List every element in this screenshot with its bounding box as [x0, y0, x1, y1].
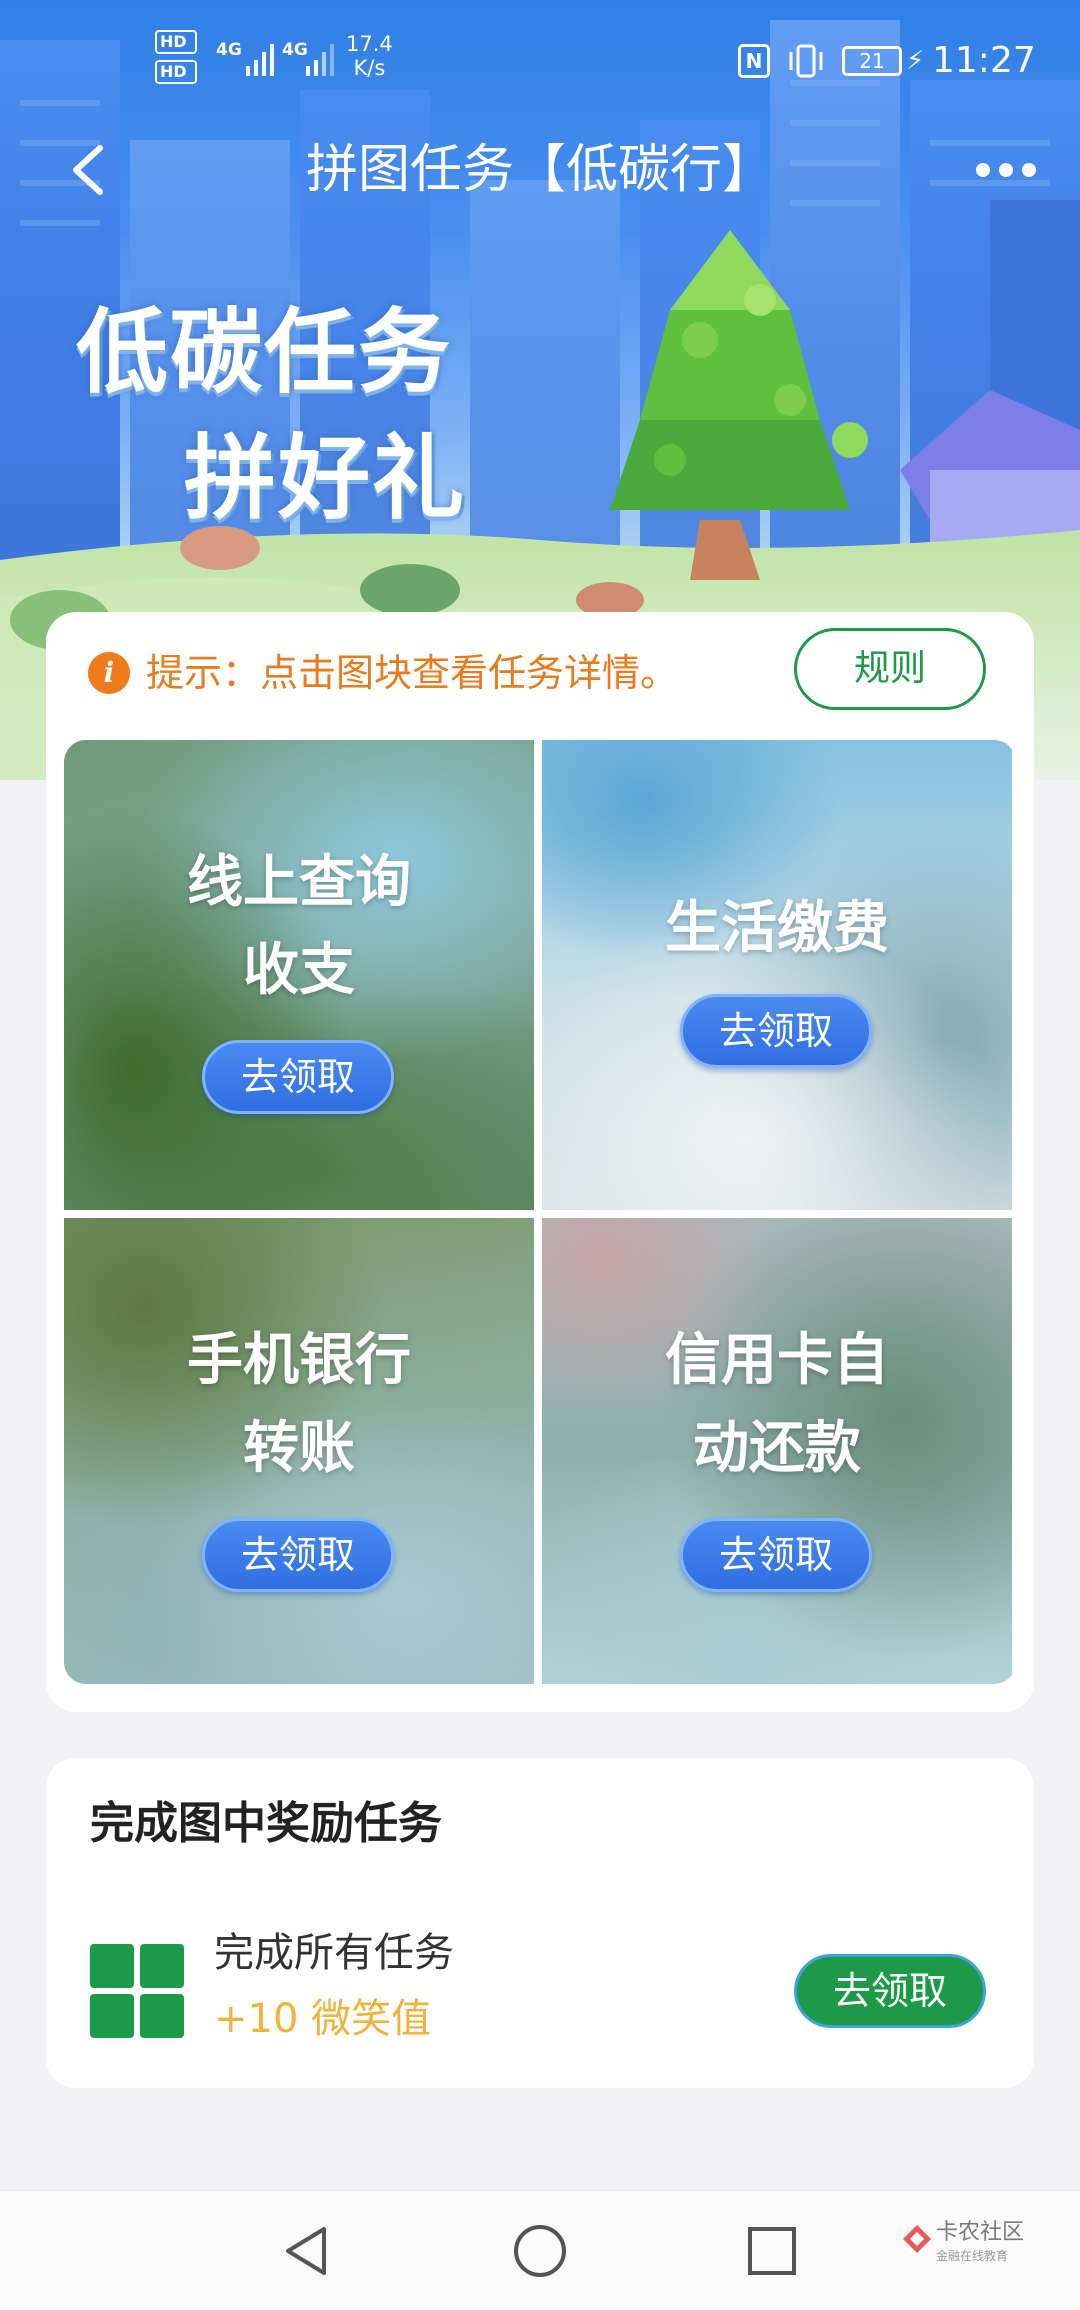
puzzle-tile-online-query[interactable]: 线上查询 收支 去领取: [64, 740, 534, 1210]
network-speed: 17.4 K/s: [346, 32, 393, 80]
nav-home-icon[interactable]: [510, 2221, 570, 2281]
watermark-logo-icon: [903, 2225, 931, 2253]
grid-icon: [90, 1944, 184, 2038]
status-bar: HD HD 4G 4G 17.4 K/s N 21 ⚡ 11:27: [0, 0, 1080, 120]
puzzle-tile-bill-payment[interactable]: 生活缴费 去领取: [542, 740, 1012, 1210]
signal-strength-2-icon: [306, 44, 334, 76]
reward-points: +10 微笑值: [214, 1996, 432, 2042]
rules-button[interactable]: 规则: [794, 628, 986, 710]
signal-strength-icon: [246, 44, 274, 76]
puzzle-tile-credit-card-autopay[interactable]: 信用卡自 动还款 去领取: [542, 1218, 1012, 1684]
app-screen: HD HD 4G 4G 17.4 K/s N 21 ⚡ 11:27 拼图任务【低…: [0, 0, 1080, 2310]
reward-title: 完成图中奖励任务: [90, 1798, 442, 1849]
puzzle-card: i 提示：点击图块查看任务详情。 规则 线上查询 收支 去领取 生活缴费 去领取…: [46, 612, 1034, 1712]
network-type-1: 4G: [216, 40, 242, 60]
tip-text: 提示：点击图块查看任务详情。: [146, 651, 679, 695]
nfc-icon: N: [738, 44, 770, 78]
hd1-badge: HD: [155, 30, 197, 54]
more-dots-icon[interactable]: [976, 152, 1066, 188]
nav-back-icon[interactable]: [278, 2221, 338, 2281]
claim-button[interactable]: 去领取: [202, 1040, 394, 1114]
network-type-2: 4G: [282, 40, 308, 60]
puzzle-tiles-grid: 线上查询 收支 去领取 生活缴费 去领取 手机银行 转账 去领取 信用卡自 动还…: [64, 740, 1016, 1684]
banner-headline-line1: 低碳任务: [76, 299, 453, 406]
claim-button[interactable]: 去领取: [680, 1518, 872, 1592]
reward-card: 完成图中奖励任务 完成所有任务 +10 微笑值 去领取: [46, 1758, 1034, 2088]
puzzle-tile-mobile-transfer[interactable]: 手机银行 转账 去领取: [64, 1218, 534, 1684]
tile-title-line2: 收支: [243, 938, 355, 1003]
nav-recent-apps-icon[interactable]: [742, 2221, 802, 2281]
reward-claim-button[interactable]: 去领取: [794, 1954, 986, 2028]
banner-headline-line2: 拼好礼: [184, 425, 467, 532]
clock: 11:27: [932, 40, 1036, 81]
claim-button[interactable]: 去领取: [202, 1518, 394, 1592]
tile-title-line1: 信用卡自: [665, 1328, 889, 1393]
info-icon: i: [88, 652, 130, 694]
watermark-name: 卡农社区: [936, 2220, 1025, 2245]
page-title: 拼图任务【低碳行】: [305, 140, 774, 200]
hd2-badge: HD: [155, 60, 197, 84]
charging-icon: ⚡: [906, 46, 925, 76]
tile-title-line1: 手机银行: [187, 1328, 411, 1393]
tile-title-line1: 线上查询: [187, 850, 411, 915]
claim-button[interactable]: 去领取: [680, 994, 872, 1068]
tile-title-line2: 动还款: [693, 1416, 861, 1481]
network-speed-value: 17.4: [346, 32, 393, 56]
reward-task-label: 完成所有任务: [214, 1930, 454, 1976]
tile-title-line2: 转账: [243, 1416, 355, 1481]
battery-indicator: 21: [842, 46, 902, 76]
watermark-subtitle: 金融在线教育: [936, 2249, 1009, 2263]
tile-title-line1: 生活缴费: [665, 896, 889, 961]
hd-indicator: HD HD: [155, 30, 197, 90]
watermark: 卡农社区 金融在线教育: [900, 2218, 1060, 2278]
network-speed-unit: K/s: [353, 56, 386, 80]
vibrate-icon: [789, 44, 823, 78]
